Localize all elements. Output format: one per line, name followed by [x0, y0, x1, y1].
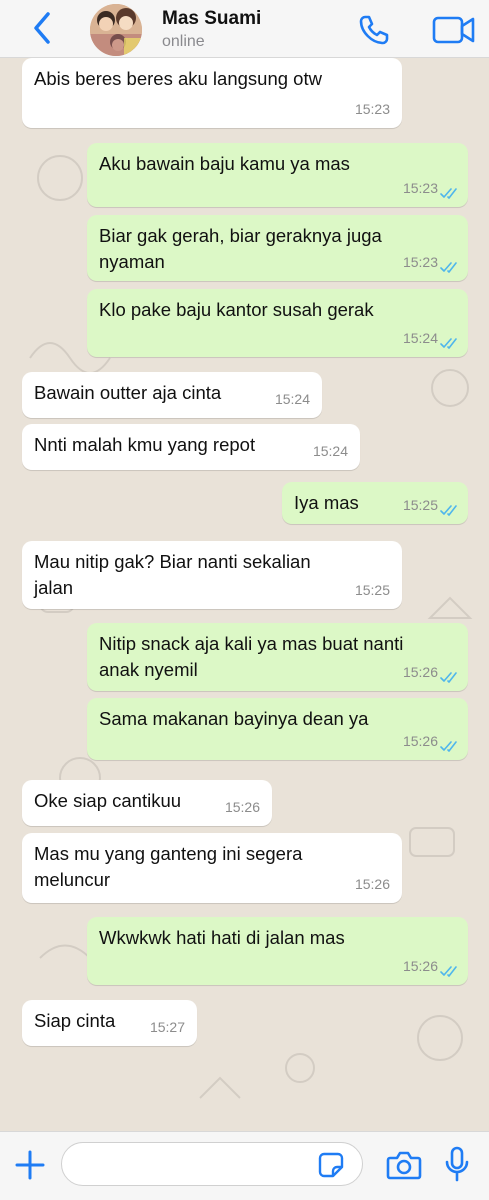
message-time: 15:25	[354, 582, 390, 598]
message-time: 15:23	[402, 180, 438, 196]
outgoing-message[interactable]: Aku bawain baju kamu ya mas 15:23	[87, 143, 468, 207]
message-text: Abis beres beres aku langsung otw	[34, 68, 322, 89]
message-time: 15:25	[402, 497, 438, 513]
phone-icon	[359, 15, 389, 45]
message-time: 15:24	[312, 443, 348, 459]
incoming-message[interactable]: Nnti malah kmu yang repot 15:24	[22, 424, 360, 470]
read-receipt-icon	[440, 672, 457, 683]
message-text: Aku bawain baju kamu ya mas	[99, 153, 350, 174]
message-time: 15:24	[274, 391, 310, 407]
incoming-message[interactable]: Mau nitip gak? Biar nanti sekalian jalan…	[22, 541, 402, 609]
message-time: 15:27	[149, 1019, 185, 1035]
message-time: 15:26	[402, 958, 438, 974]
outgoing-message[interactable]: Wkwkwk hati hati di jalan mas 15:26	[87, 917, 468, 985]
avatar-image	[90, 4, 142, 56]
message-time: 15:26	[354, 876, 390, 892]
outgoing-message[interactable]: Klo pake baju kantor susah gerak 15:24	[87, 289, 468, 357]
video-camera-icon	[432, 16, 475, 44]
read-receipt-icon	[440, 338, 457, 349]
call-button[interactable]	[356, 12, 392, 48]
camera-icon	[386, 1151, 422, 1180]
message-time: 15:24	[402, 330, 438, 346]
sticker-icon	[318, 1152, 344, 1178]
incoming-message[interactable]: Bawain outter aja cinta 15:24	[22, 372, 322, 418]
back-button[interactable]	[28, 10, 58, 46]
incoming-message[interactable]: Abis beres beres aku langsung otw 15:23	[22, 58, 402, 128]
microphone-icon	[445, 1146, 469, 1182]
message-text: Klo pake baju kantor susah gerak	[99, 299, 374, 320]
message-time: 15:23	[354, 101, 390, 117]
message-time: 15:26	[402, 733, 438, 749]
chat-header: Mas Suami online	[0, 0, 489, 58]
message-time: 15:26	[402, 664, 438, 680]
contact-status: online	[162, 33, 205, 50]
attach-button[interactable]	[14, 1149, 46, 1181]
message-input-bar	[0, 1131, 489, 1200]
read-receipt-icon	[440, 262, 457, 273]
outgoing-message[interactable]: Biar gak gerah, biar geraknya juga nyama…	[87, 215, 468, 281]
read-receipt-icon	[440, 505, 457, 516]
microphone-button[interactable]	[444, 1146, 470, 1184]
read-receipt-icon	[440, 966, 457, 977]
video-call-button[interactable]	[432, 14, 476, 46]
message-time: 15:26	[224, 799, 260, 815]
chevron-left-icon	[34, 12, 50, 44]
message-text: Nnti malah kmu yang repot	[34, 434, 256, 455]
camera-button[interactable]	[386, 1149, 422, 1181]
message-text: Mau nitip gak? Biar nanti sekalian jalan	[34, 551, 311, 598]
contact-name[interactable]: Mas Suami	[162, 8, 261, 30]
incoming-message[interactable]: Mas mu yang ganteng ini segera meluncur 1…	[22, 833, 402, 903]
sticker-button[interactable]	[318, 1152, 344, 1178]
plus-icon	[15, 1150, 45, 1180]
outgoing-message[interactable]: Nitip snack aja kali ya mas buat nanti a…	[87, 623, 468, 691]
outgoing-message[interactable]: Sama makanan bayinya dean ya 15:26	[87, 698, 468, 760]
chat-area[interactable]: Abis beres beres aku langsung otw 15:23 Ak…	[0, 58, 489, 1131]
avatar[interactable]	[90, 4, 142, 56]
read-receipt-icon	[440, 741, 457, 752]
message-time: 15:23	[402, 254, 438, 270]
message-text: Wkwkwk hati hati di jalan mas	[99, 927, 345, 948]
incoming-message[interactable]: Siap cinta 15:27	[22, 1000, 197, 1046]
outgoing-message[interactable]: Iya mas 15:25	[282, 482, 468, 524]
message-text: Bawain outter aja cinta	[34, 382, 222, 403]
read-receipt-icon	[440, 188, 457, 199]
incoming-message[interactable]: Oke siap cantikuu 15:26	[22, 780, 272, 826]
message-text: Mas mu yang ganteng ini segera meluncur	[34, 843, 303, 890]
